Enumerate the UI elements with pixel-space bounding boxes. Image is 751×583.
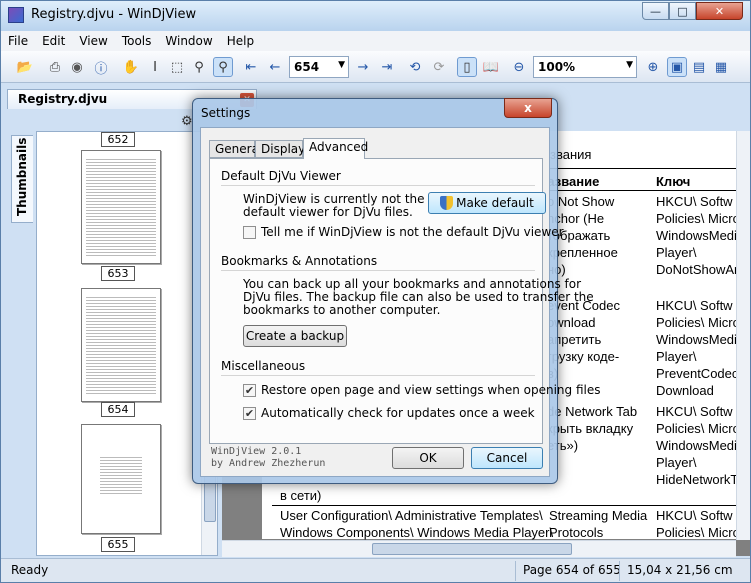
menu-tools[interactable]: Tools [115,34,159,48]
prev-page-icon[interactable]: ← [265,57,285,77]
dialog-close-button[interactable]: x [504,98,552,118]
section-bookmarks: Bookmarks & Annotations [221,254,378,268]
thumbnails-tab-label: Thumbnails [15,137,29,216]
page-text: HKCU\ Softw Policies\ Micro WindowsMedia Pl… [656,298,745,398]
thumbnail-label: 653 [101,266,135,281]
zoom-tool-icon[interactable]: ⚲ [189,57,209,77]
menu-view[interactable]: View [72,34,114,48]
find-binoculars-icon[interactable]: ◉ [67,57,87,77]
text-select-icon[interactable]: I [145,57,165,77]
thumbnails-tab[interactable]: Thumbnails [11,135,33,223]
info-icon[interactable]: ⓘ [91,57,111,77]
menu-edit[interactable]: Edit [35,34,72,48]
section-misc: Miscellaneous [221,359,306,373]
menu-bar: File Edit View Tools Window Help [1,31,750,51]
tell-me-label: Tell me if WinDjView is not the default … [261,225,564,239]
tab-display[interactable]: Display [255,140,305,158]
document-tab-label: Registry.djvu [18,92,108,106]
close-window-button[interactable]: ✕ [696,2,743,20]
fit-page-icon[interactable]: ▣ [667,57,687,77]
title-bar[interactable]: Registry.djvu - WinDjView — □ ✕ [1,1,750,31]
scrollbar-thumb[interactable] [372,543,572,555]
minimize-button[interactable]: — [642,2,669,20]
page-text: HKCU\ Softw Policies\ Micro WindowsMedia Pl… [656,194,745,277]
tab-general[interactable]: General [209,140,262,158]
dialog-body: General Display Advanced Default DjVu Vi… [200,127,600,477]
tell-me-checkbox[interactable] [243,226,256,239]
page-number-select[interactable]: 654 ▼ [289,56,349,78]
maximize-button[interactable]: □ [669,2,696,20]
first-page-icon[interactable]: ⇤ [241,57,261,77]
hand-tool-icon[interactable]: ✋ [121,57,141,77]
section-default-viewer: Default DjVu Viewer [221,169,341,183]
page-text: Ключ [656,174,691,189]
thumbnail-label: 654 [101,402,135,417]
updates-label: Automatically check for updates once a w… [261,406,535,420]
toolbar: 📂 ⎙ ◉ ⓘ ✋ I ⬚ ⚲ ⚲ ⇤ ← 654 ▼ → ⇥ ⟲ ⟳ ▯ 📖 ⊖… [1,51,750,83]
uac-shield-icon [440,196,454,210]
horizontal-scrollbar[interactable] [222,540,736,557]
page-text: в сети) [280,488,322,503]
page-text: User Configuration\ Administrative Templ… [280,508,554,540]
thumbnail-pane[interactable]: 652 653 654 655 [36,131,218,556]
chevron-down-icon: ▼ [626,60,633,70]
version-info: WinDjView 2.0.1 by Andrew Zhezherun [211,446,326,469]
thumbnail-page-655[interactable] [81,424,161,534]
menu-window[interactable]: Window [158,34,219,48]
create-backup-button[interactable]: Create a backup [243,325,347,347]
status-bar: Ready Page 654 of 655 15,04 x 21,56 cm [1,558,750,582]
forward-icon[interactable]: ⟳ [429,57,449,77]
menu-help[interactable]: Help [220,34,261,48]
print-icon[interactable]: ⎙ [45,57,65,77]
updates-checkbox[interactable]: ✔ [243,407,256,420]
zoom-out-icon[interactable]: ⊖ [509,57,529,77]
bookmarks-text: bookmarks to another computer. [243,303,441,317]
gear-icon[interactable]: ⚙ [181,114,193,129]
default-viewer-text: default viewer for DjVu files. [243,205,413,219]
page-text: HKCU\ Softw Policies\ Micro [656,508,740,540]
status-page-size: 15,04 x 21,56 cm [627,563,733,577]
menu-file[interactable]: File [1,34,35,48]
actual-size-icon[interactable]: ▦ [711,57,731,77]
last-page-icon[interactable]: ⇥ [377,57,397,77]
rect-select-icon[interactable]: ⬚ [167,57,187,77]
make-default-button[interactable]: Make default [428,192,546,214]
next-page-icon[interactable]: → [353,57,373,77]
vertical-scrollbar[interactable] [736,131,750,540]
fit-width-icon[interactable]: ▤ [689,57,709,77]
settings-dialog: Settings x General Display Advanced Defa… [192,98,600,484]
back-icon[interactable]: ⟲ [405,57,425,77]
page-text: de Network Tab крыть вкладку еть») [547,404,638,453]
restore-label: Restore open page and view settings when… [261,383,601,397]
thumbnail-label: 652 [101,132,135,147]
restore-checkbox[interactable]: ✔ [243,384,256,397]
ok-button[interactable]: OK [392,447,464,469]
page-text: HKCU\ Softw Policies\ Micro WindowsMedia Pl… [656,404,745,487]
thumbnail-page-654[interactable] [81,288,161,402]
single-page-icon[interactable]: ▯ [457,57,477,77]
app-icon[interactable] [8,7,24,23]
dialog-title: Settings [201,106,251,120]
page-text: Streaming Media Protocols [549,508,648,540]
status-page: Page 654 of 655 [523,563,621,577]
cancel-button[interactable]: Cancel [471,447,543,469]
chevron-down-icon: ▼ [338,60,345,70]
status-ready: Ready [11,563,49,577]
zoom-value: 100% [538,60,576,74]
facing-pages-icon[interactable]: 📖 [481,57,501,77]
tab-advanced[interactable]: Advanced [303,138,368,159]
open-folder-icon[interactable]: 📂 [15,57,35,77]
advanced-panel: Default DjVu Viewer WinDjView is current… [209,158,600,444]
zoom-select[interactable]: 100% ▼ [533,56,637,78]
page-number-value: 654 [294,60,320,74]
magnify-icon[interactable]: ⚲ [213,57,233,77]
zoom-in-icon[interactable]: ⊕ [643,57,663,77]
thumbnail-page-653[interactable] [81,150,161,264]
window-title: Registry.djvu - WinDjView [31,7,197,22]
thumbnail-label: 655 [101,537,135,552]
